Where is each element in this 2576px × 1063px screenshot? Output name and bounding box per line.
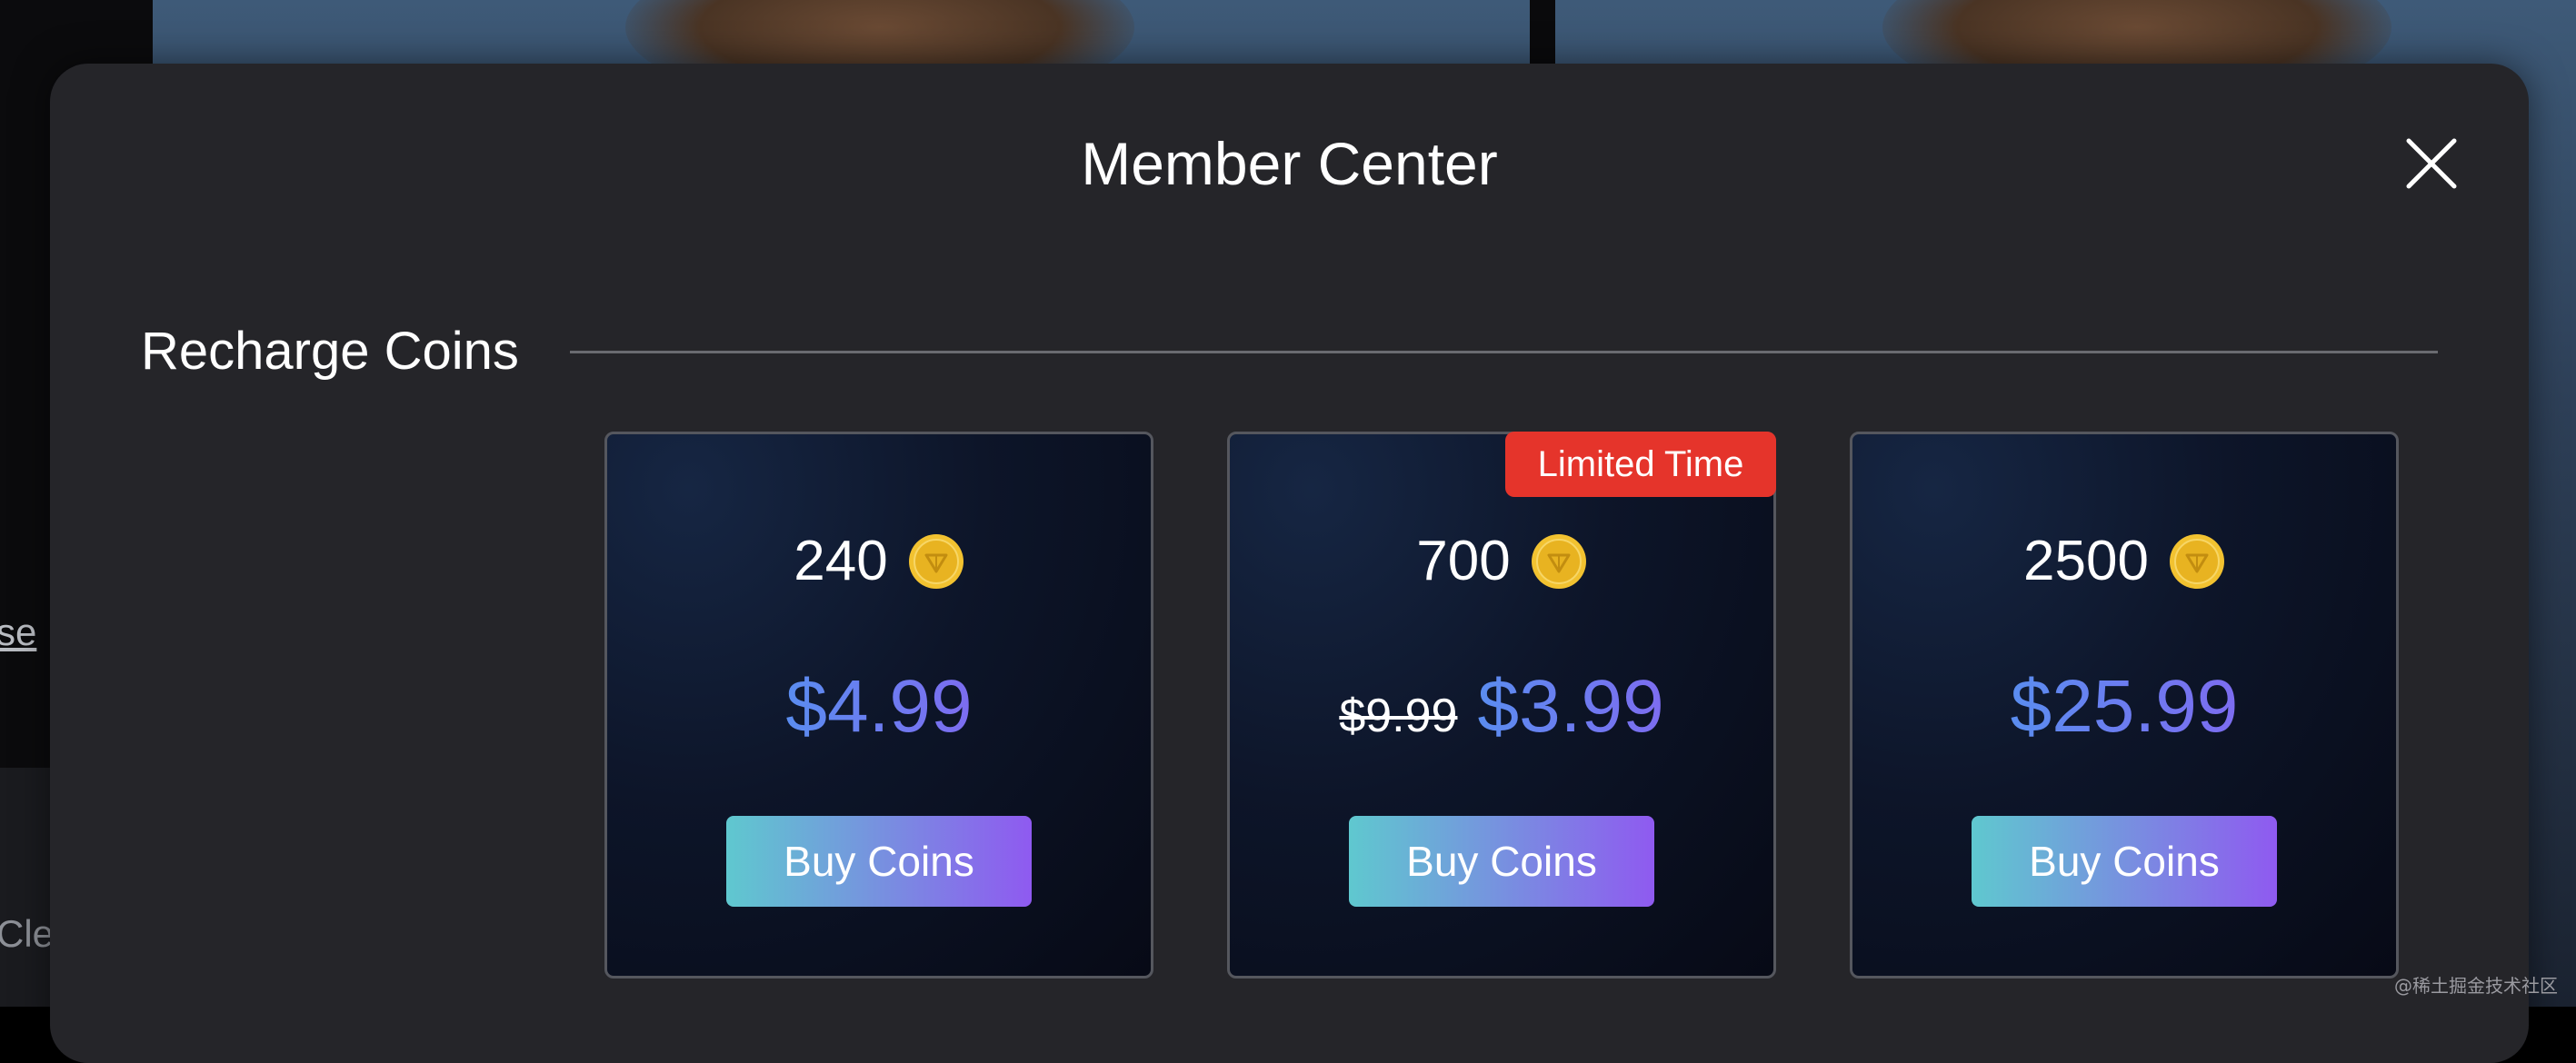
- coin-amount: 2500: [2023, 525, 2149, 598]
- coin-icon: [1531, 533, 1587, 590]
- close-button[interactable]: [2400, 132, 2463, 195]
- coin-amount-row: 700: [1230, 525, 1773, 598]
- member-center-modal: Member Center Recharge Coins 240 $4.99 B…: [50, 64, 2529, 1063]
- coin-package-card: 2500 $25.99 Buy Coins: [1850, 432, 2399, 979]
- buy-coins-button[interactable]: Buy Coins: [1349, 816, 1654, 907]
- buy-coins-button[interactable]: Buy Coins: [1972, 816, 2277, 907]
- coin-package-card: Limited Time 700 $9.99 $3.99 Buy Coins: [1227, 432, 1776, 979]
- buy-coins-button[interactable]: Buy Coins: [726, 816, 1032, 907]
- price-row: $9.99 $3.99: [1230, 661, 1773, 752]
- section-title: Recharge Coins: [141, 320, 519, 383]
- coin-amount: 240: [794, 525, 887, 598]
- price-row: $25.99: [1852, 661, 2396, 752]
- coin-amount-row: 240: [607, 525, 1151, 598]
- coin-icon: [908, 533, 964, 590]
- price-row: $4.99: [607, 661, 1151, 752]
- section-divider: [570, 351, 2438, 353]
- coin-amount-row: 2500: [1852, 525, 2396, 598]
- original-price: $9.99: [1339, 689, 1457, 743]
- price: $3.99: [1477, 661, 1663, 752]
- coin-package-card: 240 $4.99 Buy Coins: [604, 432, 1153, 979]
- limited-time-badge: Limited Time: [1505, 432, 1776, 497]
- close-icon: [2400, 132, 2463, 195]
- price: $4.99: [785, 661, 972, 752]
- price: $25.99: [2011, 661, 2239, 752]
- background-link-text: se: [0, 611, 36, 654]
- coin-icon: [2169, 533, 2225, 590]
- watermark: @稀土掘金技术社区: [2394, 971, 2558, 998]
- modal-title: Member Center: [50, 127, 2529, 200]
- coin-amount: 700: [1416, 525, 1510, 598]
- background-panel: [0, 768, 55, 1007]
